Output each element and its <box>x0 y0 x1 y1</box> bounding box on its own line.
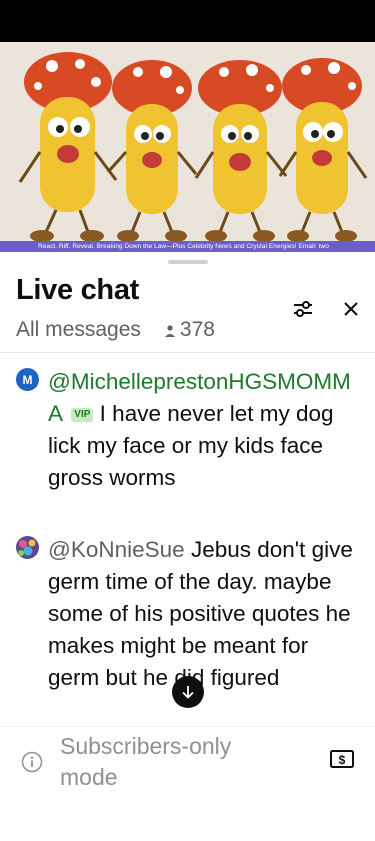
subscribers-only-notice: Subscribers-only mode <box>60 733 232 790</box>
info-icon[interactable] <box>21 751 43 773</box>
message-body: @MichelleprestonHGSMOMMA VIP I have neve… <box>48 366 364 494</box>
drag-handle[interactable] <box>168 260 208 264</box>
scroll-to-latest-button[interactable] <box>172 676 204 708</box>
video-ticker: React. Riff. Reveal. Breaking Down the L… <box>0 241 375 252</box>
person-icon <box>164 325 175 337</box>
chat-input-bar: Subscribers-only mode $ <box>0 726 375 841</box>
viewer-count-value: 378 <box>179 318 215 341</box>
chat-filter-row[interactable]: All messages 378 <box>16 318 215 342</box>
sliders-icon <box>294 301 312 317</box>
video-thumbnail <box>0 42 375 252</box>
svg-text:$: $ <box>339 753 346 767</box>
divider <box>0 352 375 353</box>
status-bar <box>0 0 375 42</box>
close-button[interactable] <box>336 294 366 324</box>
avatar[interactable] <box>16 536 39 559</box>
avatar-image-icon <box>16 536 39 559</box>
video-player[interactable]: React. Riff. Reveal. Breaking Down the L… <box>0 42 375 252</box>
filter-label[interactable]: All messages <box>16 318 141 342</box>
message-body: @KoNnieSue Jebus don't give germ time of… <box>48 534 364 694</box>
arrow-down-icon <box>182 686 194 699</box>
chat-settings-button[interactable] <box>288 294 318 324</box>
super-chat-dollar-icon[interactable]: $ <box>330 749 354 769</box>
panel-title: Live chat <box>16 274 140 306</box>
viewer-count: 378 <box>163 318 215 342</box>
message-author[interactable]: @KoNnieSue <box>48 537 185 562</box>
avatar-letter: M <box>22 372 33 387</box>
avatar[interactable]: M <box>16 368 39 391</box>
vip-badge: VIP <box>71 408 94 422</box>
close-icon <box>344 302 358 316</box>
